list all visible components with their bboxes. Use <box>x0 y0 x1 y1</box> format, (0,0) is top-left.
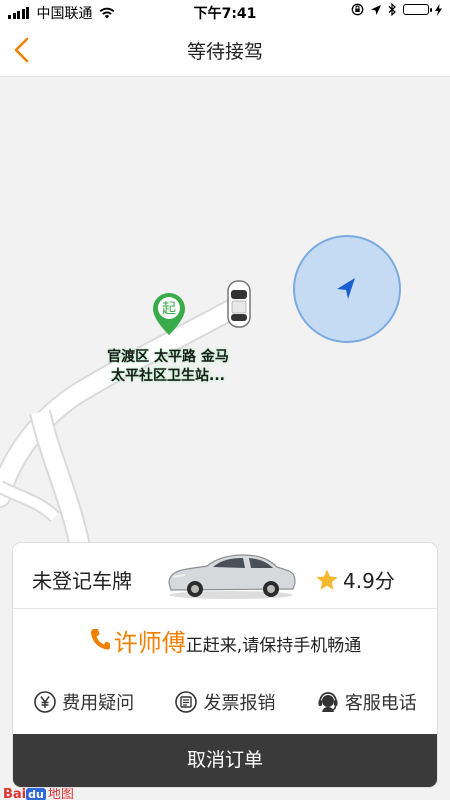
headset-icon <box>318 692 338 712</box>
bluetooth-icon <box>388 3 396 16</box>
start-location-marker[interactable]: 起 <box>151 291 187 341</box>
page-title: 等待接驾 <box>186 41 263 63</box>
status-bar: 中国联通 下午7:41 <box>0 0 450 24</box>
start-marker-text: 起 <box>162 301 176 317</box>
driver-car-icon <box>226 279 252 333</box>
star-icon <box>316 569 338 590</box>
battery-icon <box>403 4 432 15</box>
driver-status-text: 正赶来,请保持手机畅通 <box>185 636 362 656</box>
invoice-icon <box>175 691 198 713</box>
invoice-label: 发票报销 <box>203 693 276 714</box>
rating-value: 4.9分 <box>343 569 395 593</box>
baidu-logo-map-text: 地图 <box>47 787 74 800</box>
driver-rating: 4.9分 <box>315 565 395 594</box>
start-address-label: 官渡区 太平路 金马 太平社区卫生站... <box>98 348 238 386</box>
customer-service-label: 客服电话 <box>344 693 417 714</box>
charging-icon <box>435 3 442 16</box>
phone-icon[interactable] <box>89 627 111 655</box>
nav-bar: 等待接驾 <box>0 24 450 77</box>
action-row: 费用疑问 发票报销 客服电话 <box>13 677 437 727</box>
invoice-button[interactable]: 发票报销 <box>174 689 275 715</box>
navigation-arrow-icon <box>337 278 355 299</box>
driver-name: 许师傅 <box>113 629 186 657</box>
license-plate: 未登记车牌 <box>32 569 132 593</box>
baidu-logo-du: du <box>26 788 46 800</box>
start-address-line2: 太平社区卫生站... <box>111 368 225 384</box>
vehicle-info-row: 未登记车牌 4.9分 <box>13 543 437 609</box>
yen-icon <box>34 691 56 713</box>
driver-status-row: 许师傅 正赶来,请保持手机畅通 <box>13 609 437 671</box>
cancel-order-button[interactable]: 取消订单 <box>13 734 437 787</box>
baidu-logo-bai: Bai <box>3 787 27 800</box>
fee-question-button[interactable]: 费用疑问 <box>33 689 134 715</box>
location-arrow-icon <box>371 4 381 15</box>
my-location-indicator <box>293 235 401 343</box>
start-address-line1: 官渡区 太平路 金马 <box>107 349 229 365</box>
car-image <box>163 549 299 605</box>
driver-card: 未登记车牌 4.9分 许师傅 正赶来,请保持手机畅通 费用疑问 发票报销 客服电… <box>13 543 437 787</box>
fee-question-label: 费用疑问 <box>62 693 135 714</box>
rotation-lock-icon <box>351 3 364 16</box>
customer-service-button[interactable]: 客服电话 <box>316 689 417 715</box>
